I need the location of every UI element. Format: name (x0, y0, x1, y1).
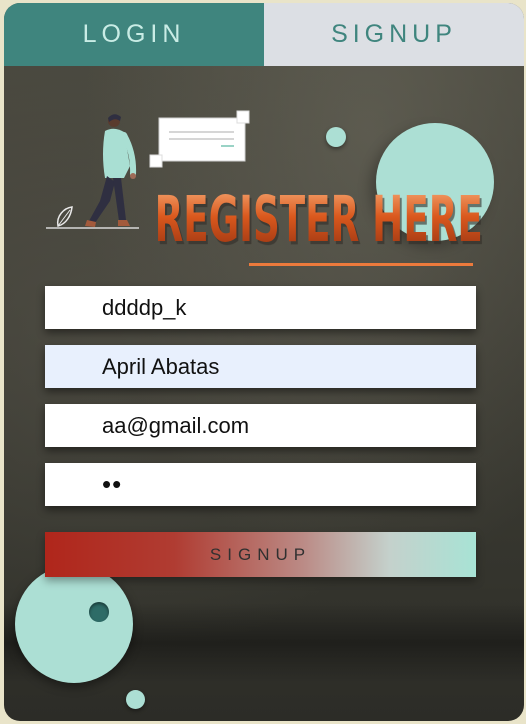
headline-underline (249, 263, 473, 266)
decorative-circle-large-bottom (15, 565, 133, 683)
decorative-dot-bottom-inner (89, 602, 109, 622)
password-field[interactable] (45, 463, 476, 506)
decorative-dot-bottom (126, 690, 145, 709)
tab-signup[interactable]: SIGNUP (264, 3, 524, 66)
tab-login[interactable]: LOGIN (4, 3, 264, 66)
message-card-icon (149, 110, 250, 168)
page-title: REGISTER HERE (154, 183, 484, 257)
email-field[interactable] (45, 404, 476, 447)
signup-card: LOGIN SIGNUP REGISTER HERE ddddp_k April… (4, 3, 524, 721)
fullname-field[interactable] (45, 345, 476, 388)
leaf-icon (56, 206, 73, 227)
tab-bar: LOGIN SIGNUP (4, 3, 524, 66)
signup-submit-button[interactable]: SIGNUP (45, 532, 476, 577)
decorative-dot-top (326, 127, 346, 147)
username-field[interactable] (45, 286, 476, 329)
register-headline: REGISTER HERE (155, 189, 483, 252)
